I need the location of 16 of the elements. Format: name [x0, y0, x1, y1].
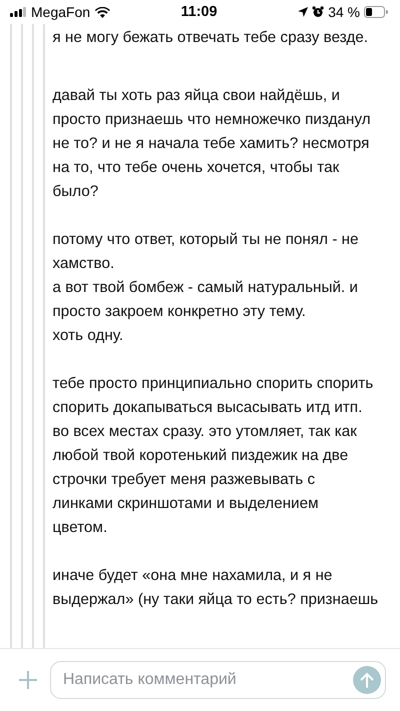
wifi-icon [95, 6, 110, 18]
comment-field[interactable]: Написать комментарий [50, 661, 386, 699]
battery-percent: 34 % [328, 4, 360, 20]
location-arrow-icon [298, 7, 308, 17]
carrier-name: MegaFon [31, 4, 90, 20]
signal-icon [10, 7, 26, 17]
alarm-clock-icon [312, 6, 324, 18]
comment-paragraph: тебе просто принципиально спорить спорить спорить докапываться высасывать итд итп. во всех местах сразу. это утомляет, так как любой твой коротенький пиздежик на две строчки требует меня разжевывать с линками скриншотами и выделением цветом. [52, 374, 374, 538]
send-icon[interactable] [353, 666, 381, 694]
comment-paragraph: иначе будет «она мне нахамила, и я не выдержал» (ну таки яйца то есть? признаешь [52, 566, 378, 610]
add-icon[interactable] [18, 670, 38, 690]
battery-icon [364, 6, 388, 18]
clock-time: 11:09 [180, 4, 218, 20]
comment-paragraph: потому что ответ, который ты не понял - не хамство. а вот твой бомбеж - самый натуральный. и просто закроем конкретно эту тему. хоть одну. [52, 230, 360, 346]
comment-paragraph: давай ты хоть раз яйца свои найдёшь, и просто признаешь что немножечко пизданул не то? и не я начала тебе хамить? несмотря на то, что тебе очень хочется, чтобы так было? [52, 86, 372, 202]
comment-paragraph: я не могу бежать отвечать тебе сразу везде. [52, 28, 370, 48]
